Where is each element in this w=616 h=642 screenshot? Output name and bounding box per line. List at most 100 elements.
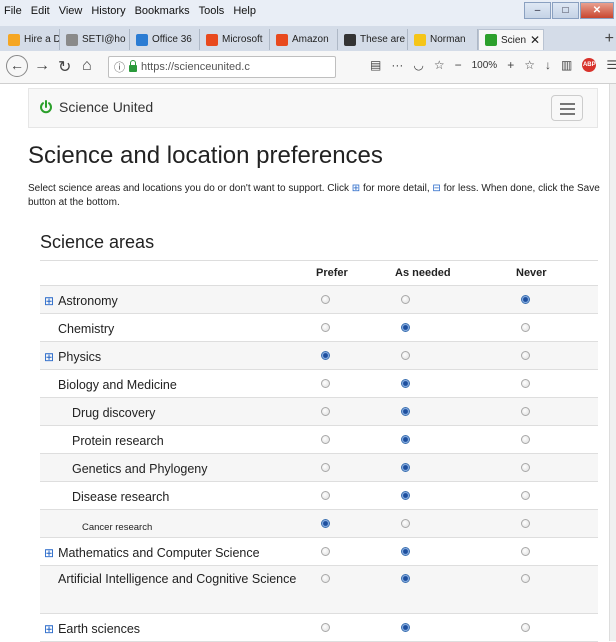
bookmarks-icon[interactable]: ☆ (524, 58, 535, 72)
radio-prefer[interactable] (321, 379, 330, 388)
radio-prefer[interactable] (321, 491, 330, 500)
radio-as-needed[interactable] (401, 463, 410, 472)
radio-as-needed[interactable] (401, 519, 410, 528)
radio-as-needed[interactable] (401, 295, 410, 304)
reload-button[interactable]: ↻ (58, 57, 71, 77)
area-name[interactable]: ⊞ Earth sciences (44, 620, 140, 638)
forward-button[interactable]: → (34, 57, 50, 75)
tab-favicon-icon (66, 33, 78, 46)
radio-prefer[interactable] (321, 295, 330, 304)
radio-never[interactable] (521, 491, 530, 500)
radio-prefer[interactable] (321, 407, 330, 416)
science-areas-table: Prefer As needed Never ⊞ Astronomy Chemist… (40, 260, 598, 642)
menu-item[interactable]: Tools (199, 5, 225, 17)
zoom-out-button[interactable]: − (455, 58, 462, 72)
radio-prefer[interactable] (321, 547, 330, 556)
radio-as-needed[interactable] (401, 435, 410, 444)
radio-prefer[interactable] (321, 623, 330, 632)
area-label: Artificial Intelligence and Cognitive Sc… (58, 572, 297, 586)
radio-never[interactable] (521, 574, 530, 583)
home-icon[interactable]: ⌂ (82, 57, 92, 75)
radio-never[interactable] (521, 463, 530, 472)
brand-link[interactable]: Science United (59, 99, 153, 115)
area-label: Biology and Medicine (58, 378, 177, 392)
browser-tab[interactable]: Amazon (270, 29, 338, 50)
menu-item[interactable]: View (59, 5, 83, 17)
radio-prefer[interactable] (321, 323, 330, 332)
tab-label: Scien (501, 34, 527, 46)
area-label: Protein research (72, 434, 164, 448)
area-name: Genetics and Phylogeny (72, 460, 208, 478)
bookmark-star-icon[interactable]: ☆ (434, 58, 445, 72)
radio-as-needed[interactable] (401, 323, 410, 332)
radio-never[interactable] (521, 295, 530, 304)
expand-icon[interactable]: ⊞ (44, 350, 54, 364)
reader-view-icon[interactable]: ▤ (370, 58, 381, 72)
menu-item[interactable]: File (4, 5, 22, 17)
page-scrollbar[interactable] (609, 84, 616, 641)
expand-icon: ⊞ (351, 183, 361, 194)
radio-prefer[interactable] (321, 463, 330, 472)
section-title: Science areas (40, 232, 155, 252)
radio-prefer[interactable] (321, 435, 330, 444)
radio-prefer[interactable] (321, 351, 330, 360)
browser-tab[interactable]: Hire a Da (2, 29, 60, 50)
minimize-button[interactable]: – (524, 2, 551, 19)
adblock-icon[interactable]: ABP (582, 58, 597, 72)
download-icon[interactable]: ↓ (545, 58, 551, 72)
area-name[interactable]: ⊞ Physics (44, 348, 101, 366)
radio-as-needed[interactable] (401, 623, 410, 632)
radio-never[interactable] (521, 351, 530, 360)
library-icon[interactable]: ▥ (561, 58, 572, 72)
tab-label: Hire a Da (24, 34, 60, 45)
back-button[interactable]: ← (6, 55, 28, 77)
new-tab-button[interactable]: + (605, 30, 614, 48)
toolbar-right: ▤ ··· ◡ ☆ − 100% + ☆ ↓ ▥ ABP ☰ (370, 58, 616, 72)
radio-as-needed[interactable] (401, 351, 410, 360)
hamburger-menu-button[interactable] (551, 95, 583, 121)
radio-as-needed[interactable] (401, 574, 410, 583)
radio-as-needed[interactable] (401, 491, 410, 500)
info-icon[interactable]: ⓘ (114, 59, 125, 75)
radio-prefer[interactable] (321, 574, 330, 583)
tab-label: Norman (430, 34, 466, 45)
pocket-icon[interactable]: ◡ (413, 58, 423, 72)
browser-tab[interactable]: Office 36 (130, 29, 200, 50)
zoom-in-button[interactable]: + (507, 58, 514, 72)
radio-never[interactable] (521, 623, 530, 632)
maximize-button[interactable]: □ (552, 2, 579, 19)
browser-tab[interactable]: These are (338, 29, 408, 50)
expand-icon[interactable]: ⊞ (44, 294, 54, 308)
table-row: Disease research (40, 482, 598, 510)
page-actions-icon[interactable]: ··· (391, 58, 403, 72)
intro-text: Select science areas and locations you d… (28, 182, 606, 210)
column-header-never: Never (516, 267, 547, 279)
menu-item[interactable]: Edit (31, 5, 50, 17)
expand-icon[interactable]: ⊞ (44, 546, 54, 560)
radio-never[interactable] (521, 435, 530, 444)
area-name[interactable]: ⊞ Mathematics and Computer Science (44, 544, 260, 562)
radio-never[interactable] (521, 407, 530, 416)
menu-item[interactable]: Help (233, 5, 256, 17)
radio-never[interactable] (521, 547, 530, 556)
browser-tab[interactable]: Norman (408, 29, 478, 50)
close-window-button[interactable]: ✕ (580, 2, 614, 19)
expand-icon[interactable]: ⊞ (44, 622, 54, 636)
radio-as-needed[interactable] (401, 547, 410, 556)
browser-tab[interactable]: SETI@ho (60, 29, 130, 50)
url-bar[interactable]: ⓘ https://scienceunited.c (108, 56, 336, 78)
radio-never[interactable] (521, 519, 530, 528)
menu-icon[interactable]: ☰ (606, 58, 616, 72)
radio-never[interactable] (521, 379, 530, 388)
radio-never[interactable] (521, 323, 530, 332)
radio-prefer[interactable] (321, 519, 330, 528)
browser-tab[interactable]: Microsoft (200, 29, 270, 50)
menu-item[interactable]: History (91, 5, 125, 17)
radio-as-needed[interactable] (401, 379, 410, 388)
menu-item[interactable]: Bookmarks (135, 5, 190, 17)
tab-close-icon[interactable]: ✕ (530, 33, 540, 47)
browser-tab[interactable]: Scien ✕ (478, 29, 544, 50)
zoom-level[interactable]: 100% (472, 60, 498, 71)
radio-as-needed[interactable] (401, 407, 410, 416)
area-name[interactable]: ⊞ Astronomy (44, 292, 118, 310)
